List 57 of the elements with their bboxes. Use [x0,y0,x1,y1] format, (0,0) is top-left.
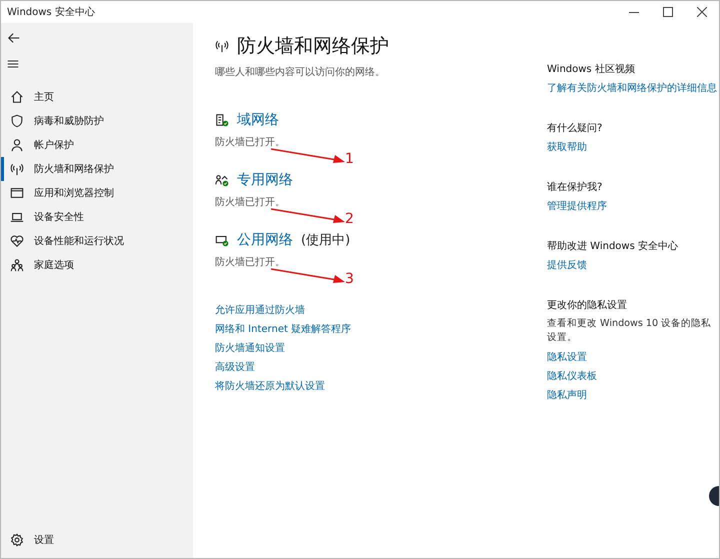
sidebar-item[interactable]: 设备安全性 [1,205,193,229]
sidebar-item[interactable]: 主页 [1,85,193,109]
window-title: Windows 安全中心 [6,6,96,19]
section-heading: Windows 社区视频 [547,62,636,76]
person-icon [10,138,24,152]
annotation-number: 2 [345,211,354,227]
menu-icon[interactable] [7,58,19,70]
sidebar-item[interactable]: 防火墙和网络保护 [1,157,193,181]
firewall-status: 防火墙已打开。 [215,256,285,269]
help-link[interactable]: 了解有关防火墙和网络保护的详细信息 [547,81,717,95]
annotation-number: 1 [345,151,354,167]
section-heading: 有什么疑问? [547,122,604,135]
firewall-status: 防火墙已打开。 [215,136,285,149]
sidebar-item[interactable]: 应用和浏览器控制 [1,181,193,205]
section-heading: 谁在保护我? [547,180,604,194]
settings-link[interactable]: 高级设置 [215,360,255,374]
page-title: 防火墙和网络保护 [237,34,389,59]
sidebar-item[interactable]: 设备性能和运行状况 [1,229,193,253]
section-heading: 更改你的隐私设置 [547,298,628,312]
settings-item[interactable]: 设置 [1,528,193,552]
help-link[interactable]: 提供反馈 [547,258,587,272]
antenna-icon [10,162,24,176]
home-icon [10,90,24,104]
annotation-number: 3 [345,271,354,287]
network-link[interactable]: 专用网络 [237,171,293,189]
section-heading: 帮助改进 Windows 安全中心 [547,240,679,253]
help-link[interactable]: 隐私声明 [547,388,587,402]
close-icon [697,7,707,17]
firewall-status: 防火墙已打开。 [215,196,285,209]
section-description: 查看和更改 Windows 10 设备的隐私设置。 [547,317,712,345]
people-check-icon [215,173,229,187]
browser-window-icon [10,186,24,200]
settings-link[interactable]: 防火墙通知设置 [215,341,285,355]
sidebar-item[interactable]: 帐户保护 [1,133,193,157]
shield-icon [10,114,24,128]
building-check-icon [215,113,229,127]
sidebar-item[interactable]: 家庭选项 [1,253,193,277]
antenna-icon [215,39,229,53]
in-use-label: (使用中) [301,232,350,249]
sidebar-item[interactable]: 病毒和威胁防护 [1,109,193,133]
settings-icon [10,533,24,547]
back-arrow-icon[interactable] [7,31,21,45]
heart-icon [10,234,24,248]
network-link[interactable]: 域网络 [237,111,279,129]
family-icon [10,258,24,272]
help-link[interactable]: 管理提供程序 [547,199,607,213]
laptop-icon [10,210,24,224]
settings-link[interactable]: 将防火墙还原为默认设置 [215,379,325,393]
settings-link[interactable]: 网络和 Internet 疑难解答程序 [215,322,352,336]
network-link[interactable]: 公用网络 [237,231,293,249]
help-link[interactable]: 隐私仪表板 [547,369,597,383]
page-subtitle: 哪些人和哪些内容可以访问你的网络。 [215,66,386,79]
help-link[interactable]: 隐私设置 [547,350,587,364]
monitor-check-icon [215,233,229,247]
help-link[interactable]: 获取帮助 [547,140,587,154]
maximize-icon [663,7,673,17]
settings-link[interactable]: 允许应用通过防火墙 [215,303,305,317]
